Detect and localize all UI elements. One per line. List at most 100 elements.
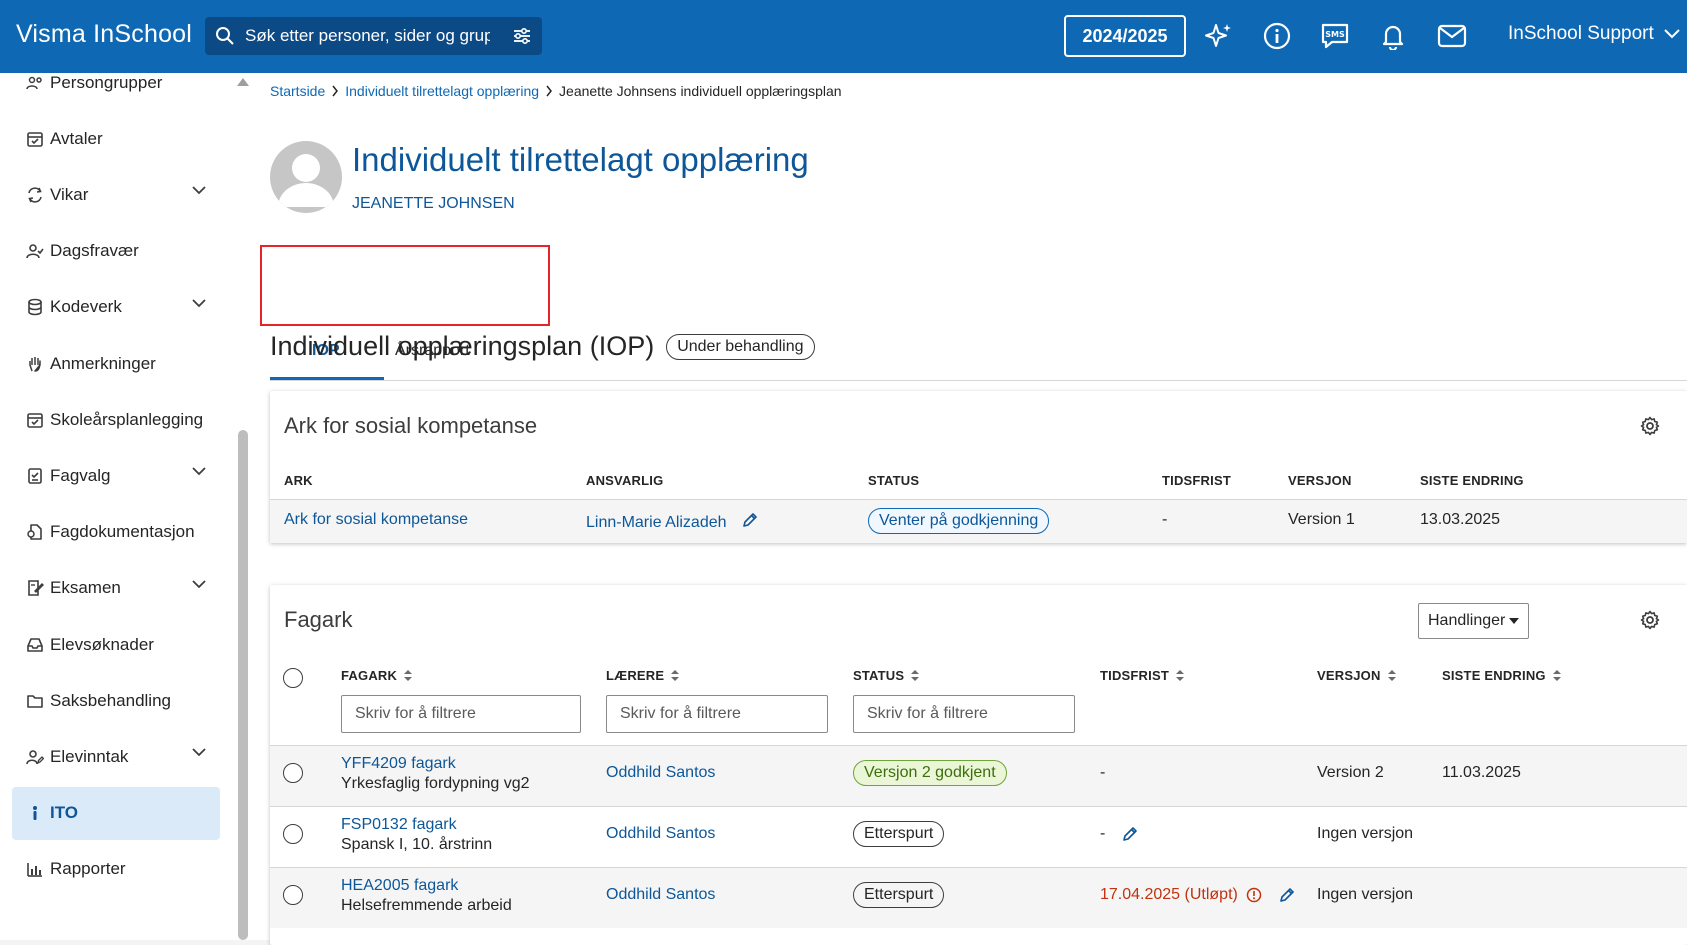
sidebar-item-anmerkninger[interactable]: Anmerkninger (12, 337, 220, 390)
col-tidsfrist[interactable]: TIDSFRIST (1100, 668, 1185, 683)
sidebar-item-label: Vikar (50, 184, 89, 204)
chevron-down-icon[interactable] (192, 748, 206, 757)
siste-endring-value: 13.03.2025 (1420, 511, 1501, 528)
gear-icon[interactable] (1640, 610, 1660, 635)
person-check-icon (12, 242, 50, 260)
sidebar: Persongrupper Avtaler Vikar Dagsfravær Kodev… (0, 73, 252, 940)
col-versjon: VERSJON (1288, 473, 1352, 488)
sms-icon[interactable]: SMS (1319, 20, 1351, 52)
sidebar-item-label: Elevinntak (50, 746, 129, 766)
sidebar-scroll-thumb[interactable] (238, 430, 248, 940)
fagark-filter-input[interactable]: Skriv for å filtrere (341, 695, 581, 733)
sidebar-item-skoleårsplanlegging[interactable]: Skoleårsplanlegging (12, 393, 220, 446)
sidebar-item-label: Avtaler (50, 128, 103, 148)
tidsfrist-value: - (1162, 511, 1168, 528)
sidebar-item-fagdokumentasjon[interactable]: Fagdokumentasjon (12, 506, 220, 559)
handlinger-dropdown[interactable]: Handlinger (1418, 603, 1530, 639)
sidebar-item-elevinntak[interactable]: Elevinntak (12, 730, 220, 783)
breadcrumb-ito[interactable]: Individuelt tilrettelagt opplæring (345, 83, 539, 99)
sparkle-icon[interactable] (1203, 20, 1235, 52)
scroll-up-arrow-icon[interactable] (237, 78, 249, 86)
sidebar-item-label: Skoleårsplanlegging (50, 409, 204, 429)
sidebar-item-ito[interactable]: ITO (12, 786, 220, 840)
col-siste-endring: SISTE ENDRING (1420, 473, 1524, 488)
tab-highlight-box (260, 245, 550, 326)
fagark-card: Fagark Handlinger FAGARK LÆRERE STATUS T… (270, 585, 1687, 945)
search-icon (205, 17, 245, 55)
sidebar-item-label: Saksbehandling (50, 690, 171, 710)
sort-icon (404, 670, 413, 681)
col-siste-endring[interactable]: SISTE ENDRING (1442, 668, 1562, 683)
student-name: JEANETTE JOHNSEN (352, 195, 515, 212)
bar-chart-icon (12, 860, 50, 878)
global-search[interactable] (205, 17, 542, 55)
warning-icon (1246, 887, 1262, 903)
fagark-link[interactable]: YFF4209 fagark (341, 755, 456, 772)
sidebar-item-kodeverk[interactable]: Kodeverk (12, 281, 220, 334)
col-laerere[interactable]: LÆRERE (606, 668, 680, 683)
breadcrumb-startside[interactable]: Startside (270, 83, 325, 99)
pencil-icon[interactable] (741, 511, 759, 534)
school-year-button[interactable]: 2024/2025 (1064, 15, 1186, 57)
select-all-checkbox[interactable] (283, 668, 303, 688)
sidebar-item-vikar[interactable]: Vikar (12, 168, 220, 221)
sidebar-item-eksamen[interactable]: Eksamen (12, 562, 220, 615)
col-versjon[interactable]: VERSJON (1317, 668, 1397, 683)
card-title: Ark for sosial kompetanse (284, 413, 538, 438)
ark-link[interactable]: Ark for sosial kompetanse (284, 511, 468, 528)
mail-icon[interactable] (1436, 20, 1468, 52)
person-icon (12, 804, 50, 822)
version-value: Ingen versjon (1317, 825, 1414, 842)
chevron-down-icon[interactable] (192, 580, 206, 589)
version-value: Version 2 (1317, 764, 1384, 781)
sidebar-item-dagsfravær[interactable]: Dagsfravær (12, 225, 220, 278)
sidebar-item-persongrupper[interactable]: Persongrupper (12, 73, 220, 109)
ansvarlig-link[interactable]: Linn-Marie Alizadeh (586, 514, 727, 532)
sort-icon (1175, 670, 1184, 681)
row-checkbox[interactable] (283, 824, 303, 844)
row-checkbox[interactable] (283, 763, 303, 783)
active-tab-indicator (270, 377, 384, 380)
col-fagark[interactable]: FAGARK (341, 668, 413, 683)
fagark-subject: Yrkesfaglig fordypning vg2 (341, 775, 530, 792)
chevron-right-icon (546, 85, 552, 97)
user-menu[interactable]: InSchool Support (1508, 23, 1680, 45)
sidebar-item-rapporter[interactable]: Rapporter (12, 843, 220, 896)
teacher-link[interactable]: Oddhild Santos (606, 886, 715, 903)
info-icon[interactable] (1261, 20, 1293, 52)
sidebar-item-avtaler[interactable]: Avtaler (12, 112, 220, 165)
status-filter-input[interactable]: Skriv for å filtrere (853, 695, 1075, 733)
chevron-down-icon[interactable] (192, 299, 206, 308)
row-checkbox[interactable] (283, 885, 303, 905)
sidebar-item-label: Dagsfravær (50, 241, 139, 261)
database-icon (12, 298, 50, 316)
main-content: Startside Individuelt tilrettelagt opplæ… (252, 73, 1687, 945)
search-input[interactable] (245, 26, 490, 46)
laerere-filter-input[interactable]: Skriv for å filtrere (606, 695, 828, 733)
teacher-link[interactable]: Oddhild Santos (606, 764, 715, 781)
sidebar-item-saksbehandling[interactable]: Saksbehandling (12, 674, 220, 727)
sidebar-item-fagvalg[interactable]: Fagvalg (12, 449, 220, 502)
status-badge: Etterspurt (853, 821, 945, 847)
fagark-link[interactable]: HEA2005 fagark (341, 877, 458, 894)
exam-icon (12, 579, 50, 597)
fagark-link[interactable]: FSP0132 fagark (341, 816, 457, 833)
pencil-icon[interactable] (1278, 886, 1296, 904)
sort-icon (911, 670, 920, 681)
deadline-value: 17.04.2025 (Utløpt) (1100, 886, 1238, 903)
pencil-icon[interactable] (1121, 825, 1139, 843)
sidebar-item-elevsøknader[interactable]: Elevsøknader (12, 618, 220, 671)
version-value: Ingen versjon (1317, 886, 1414, 903)
checklist-icon (12, 467, 50, 485)
chevron-down-icon[interactable] (192, 467, 206, 476)
breadcrumb: Startside Individuelt tilrettelagt opplæ… (270, 83, 842, 99)
col-ansvarlig: ANSVARLIG (586, 473, 664, 488)
app-brand[interactable]: Visma InSchool (16, 20, 192, 49)
col-status[interactable]: STATUS (853, 668, 920, 683)
sidebar-item-label: Rapporter (50, 859, 126, 879)
gear-icon[interactable] (1640, 416, 1660, 441)
teacher-link[interactable]: Oddhild Santos (606, 825, 715, 842)
bell-icon[interactable] (1377, 20, 1409, 52)
filter-settings-icon[interactable] (512, 26, 532, 51)
chevron-down-icon[interactable] (192, 186, 206, 195)
